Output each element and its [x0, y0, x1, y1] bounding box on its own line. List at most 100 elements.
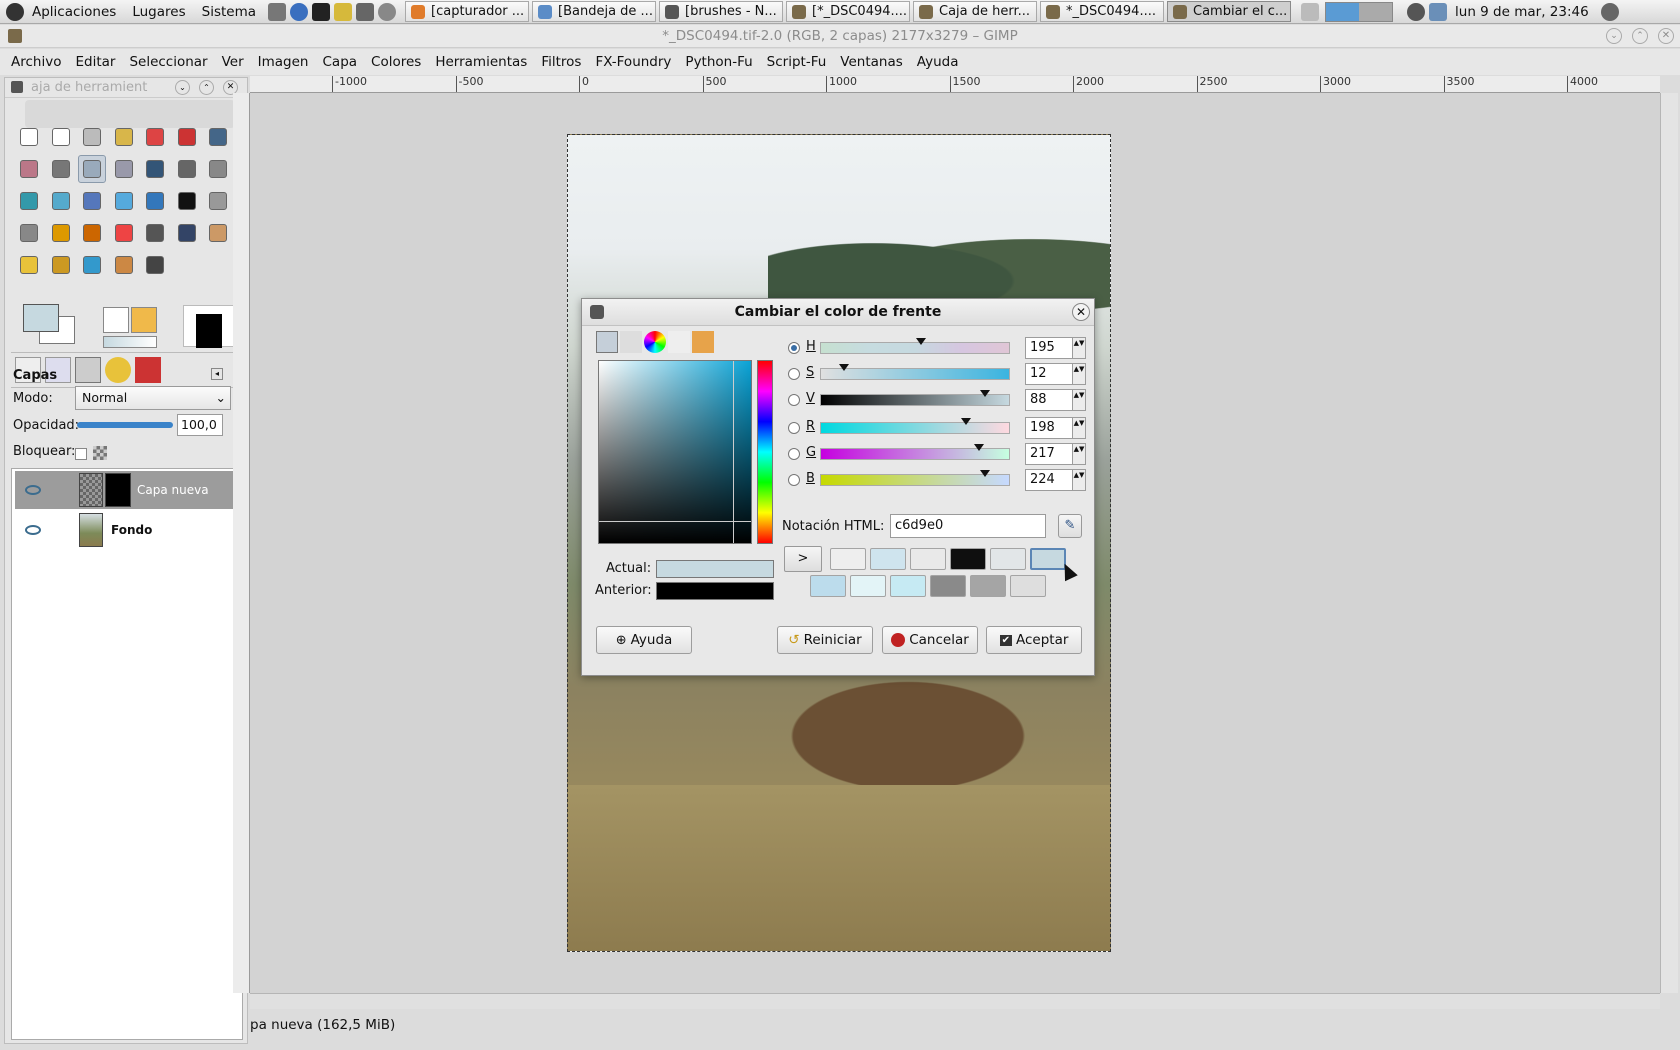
- color-picker-icon[interactable]: [47, 155, 75, 183]
- history-swatch[interactable]: [810, 575, 846, 597]
- reset-button[interactable]: ↺ Reiniciar: [777, 626, 873, 654]
- layer-name[interactable]: Fondo: [111, 523, 152, 537]
- menu-item[interactable]: Capa: [316, 54, 365, 70]
- eye-icon[interactable]: [25, 485, 41, 495]
- align-icon[interactable]: [173, 155, 201, 183]
- taskbar-button[interactable]: Cambiar el c...: [1167, 1, 1292, 22]
- scissors-icon[interactable]: [173, 123, 201, 151]
- gnome-foot-icon[interactable]: [6, 2, 24, 21]
- history-swatch[interactable]: [950, 548, 986, 570]
- history-swatch[interactable]: [990, 548, 1026, 570]
- eye-icon[interactable]: [25, 525, 41, 535]
- active-image-thumb[interactable]: [183, 305, 235, 348]
- zoom-icon[interactable]: [78, 155, 106, 183]
- crop-icon[interactable]: [204, 155, 232, 183]
- channel-slider[interactable]: [820, 364, 1010, 380]
- ink-icon[interactable]: [173, 219, 201, 247]
- slider-marker[interactable]: [973, 444, 984, 451]
- bucket-fill-icon[interactable]: [204, 187, 232, 215]
- history-arrow-button[interactable]: >: [784, 546, 822, 572]
- history-swatch[interactable]: [1010, 575, 1046, 597]
- menu-item[interactable]: FX-Foundry: [588, 54, 678, 70]
- spin-arrows-icon[interactable]: ▲▼: [1072, 337, 1086, 359]
- channel-value-field[interactable]: 217: [1025, 443, 1073, 465]
- blur-icon[interactable]: [78, 251, 106, 279]
- menu-item[interactable]: Ayuda: [910, 54, 966, 70]
- opacity-field[interactable]: 100,0: [177, 414, 223, 436]
- menu-item[interactable]: Editar: [68, 54, 122, 70]
- layer-row[interactable]: Capa nueva: [15, 471, 243, 509]
- channel-value-field[interactable]: 198: [1025, 417, 1073, 439]
- history-swatch[interactable]: [870, 548, 906, 570]
- mode-select[interactable]: Normal ⌄: [75, 386, 231, 410]
- history-swatch[interactable]: [910, 548, 946, 570]
- help-button[interactable]: ⊕ Ayuda: [596, 626, 692, 654]
- taskbar-button[interactable]: Caja de herr...: [913, 1, 1038, 22]
- ok-button[interactable]: ✔ Aceptar: [986, 626, 1082, 654]
- history-swatch[interactable]: [890, 575, 926, 597]
- clone-icon[interactable]: [204, 219, 232, 247]
- channel-value-field[interactable]: 224: [1025, 469, 1073, 491]
- vertical-scrollbar[interactable]: [1660, 93, 1678, 993]
- spin-arrows-icon[interactable]: ▲▼: [1072, 363, 1086, 385]
- toolbox-up-icon[interactable]: ⌃: [199, 80, 214, 95]
- spin-arrows-icon[interactable]: ▲▼: [1072, 443, 1086, 465]
- paths-icon[interactable]: [15, 155, 43, 183]
- undo-tab-icon[interactable]: [105, 357, 131, 383]
- channel-radio[interactable]: [788, 448, 800, 460]
- dialog-close-icon[interactable]: ✕: [1072, 303, 1090, 321]
- horizontal-ruler[interactable]: -1000 -500 0 500 1000 1500 2000 2500 3000 3500 400…: [250, 76, 1660, 93]
- slider-marker[interactable]: [979, 390, 990, 397]
- taskbar-button[interactable]: *_DSC0494....: [1040, 1, 1165, 22]
- spin-arrows-icon[interactable]: ▲▼: [1072, 389, 1086, 411]
- rect-select-icon[interactable]: [15, 123, 43, 151]
- cancel-button[interactable]: Cancelar: [882, 626, 978, 654]
- terminal-launcher-icon[interactable]: [312, 2, 331, 21]
- text-icon[interactable]: [173, 187, 201, 215]
- move-icon[interactable]: [141, 155, 169, 183]
- menu-item[interactable]: Filtros: [534, 54, 588, 70]
- history-swatch[interactable]: [850, 575, 886, 597]
- fg-color-swatch[interactable]: [23, 304, 59, 332]
- channel-value-field[interactable]: 195: [1025, 337, 1073, 359]
- logout-icon[interactable]: [1600, 2, 1619, 21]
- taskbar-button[interactable]: [brushes - N...: [659, 1, 784, 22]
- fg-bg-colors[interactable]: [21, 304, 79, 346]
- taskbar-button[interactable]: [Bandeja de ...: [532, 1, 657, 22]
- minimize-icon[interactable]: ⌄: [1606, 28, 1622, 44]
- channel-radio[interactable]: [788, 368, 800, 380]
- opacity-slider[interactable]: [77, 422, 173, 428]
- channel-slider[interactable]: [820, 470, 1010, 486]
- panel-menu-system[interactable]: Sistema: [194, 4, 264, 20]
- rotate-icon[interactable]: [15, 187, 43, 215]
- palette-icon[interactable]: [692, 331, 714, 353]
- lock-pixels-checkbox[interactable]: [75, 448, 87, 460]
- cmyk-brush-icon[interactable]: [620, 331, 642, 353]
- color-wheel-icon[interactable]: [644, 331, 666, 353]
- lasso-icon[interactable]: [78, 123, 106, 151]
- menu-item[interactable]: Archivo: [4, 54, 68, 70]
- ellipse-select-icon[interactable]: [47, 123, 75, 151]
- lock-alpha-icon[interactable]: [93, 446, 107, 460]
- palettes-tab-icon[interactable]: [135, 357, 161, 383]
- history-swatch[interactable]: [930, 575, 966, 597]
- brush-preview[interactable]: [103, 307, 129, 333]
- panel-menu-applications[interactable]: Aplicaciones: [24, 4, 124, 20]
- perspective-icon[interactable]: [110, 187, 138, 215]
- hue-strip[interactable]: [757, 360, 773, 544]
- menu-item[interactable]: Colores: [364, 54, 428, 70]
- perspective-clone-icon[interactable]: [47, 251, 75, 279]
- gradient-preview[interactable]: [103, 336, 157, 348]
- browser-launcher-icon[interactable]: [290, 2, 309, 21]
- menu-item[interactable]: Imagen: [251, 54, 316, 70]
- pencil-icon[interactable]: [47, 219, 75, 247]
- pattern-preview[interactable]: [131, 307, 157, 333]
- layer-name[interactable]: Capa nueva: [137, 483, 209, 497]
- paintbrush-icon[interactable]: [78, 219, 106, 247]
- vertical-ruler[interactable]: [233, 93, 250, 993]
- channel-radio[interactable]: [788, 474, 800, 486]
- channel-radio[interactable]: [788, 394, 800, 406]
- eyedropper-button[interactable]: ✎: [1058, 514, 1082, 538]
- panel-menu-icon[interactable]: ◂: [211, 368, 223, 380]
- workspace-switcher[interactable]: [1325, 1, 1394, 22]
